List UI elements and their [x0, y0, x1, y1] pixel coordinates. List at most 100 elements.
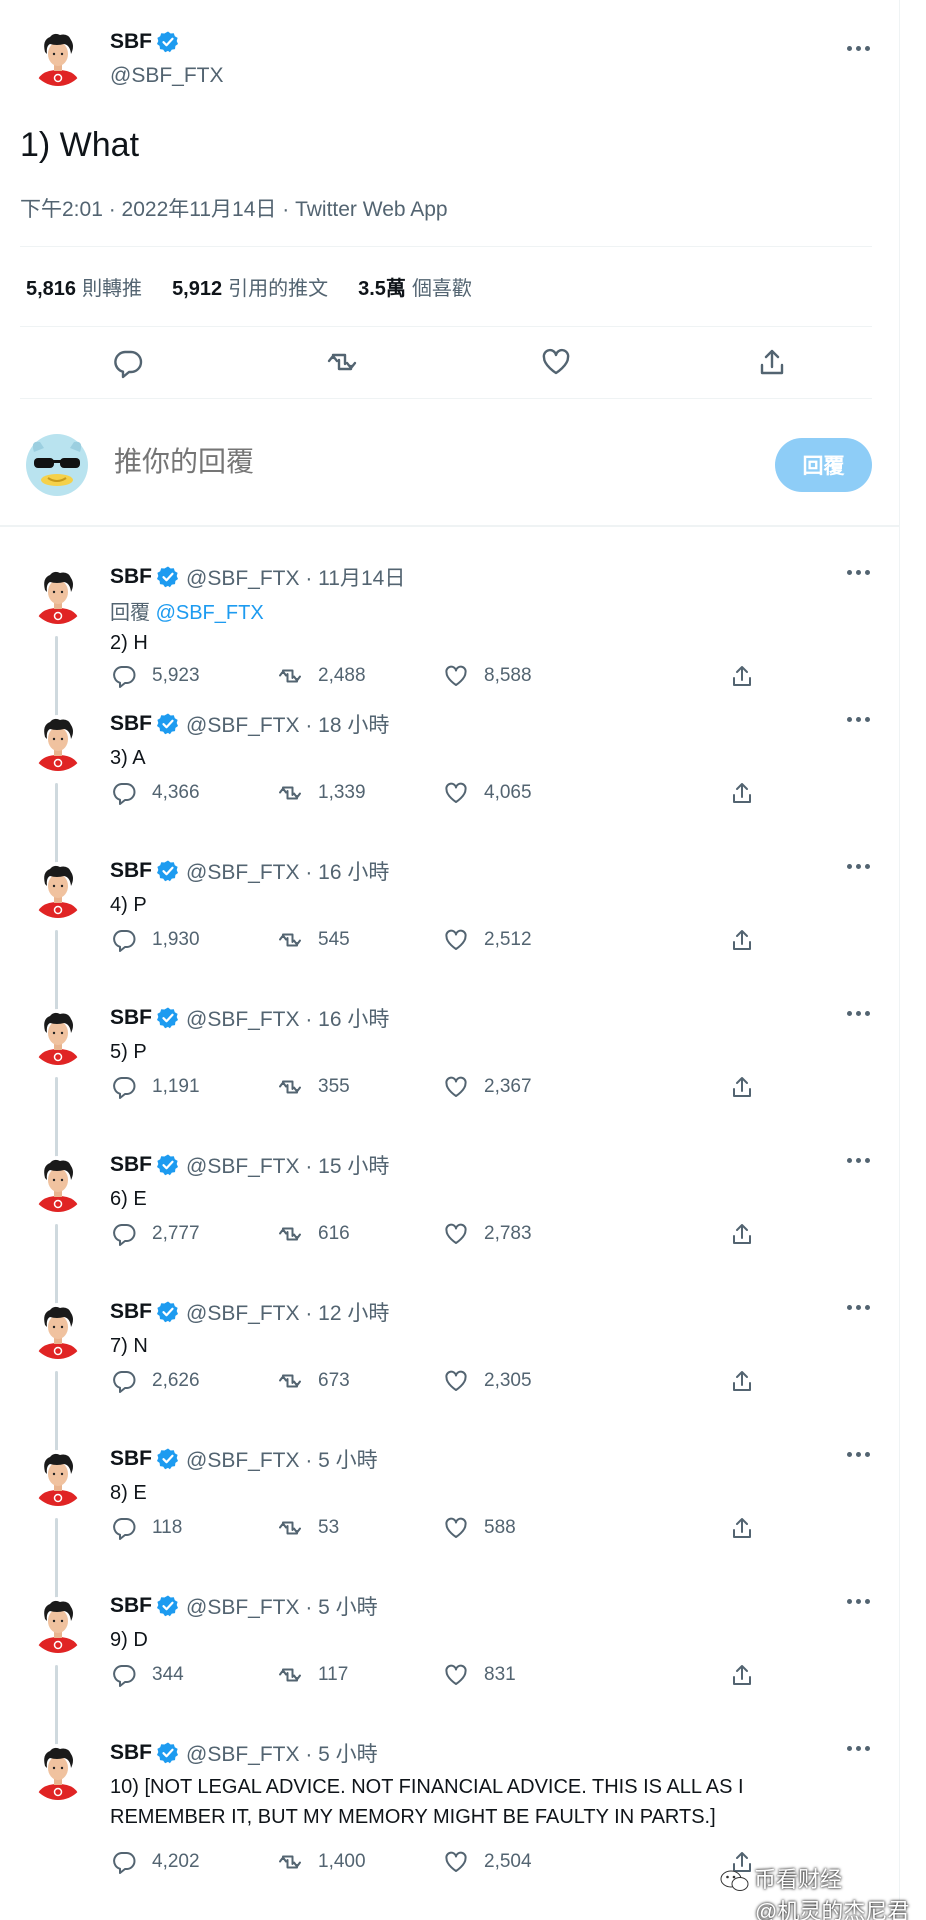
retweet-icon[interactable] [324, 344, 360, 380]
reply-author-avatar[interactable] [30, 1156, 86, 1212]
reply-tweet[interactable]: SBF @SBF_FTX · 18 小時 3) A 4,366 1,339 4,065 [0, 687, 900, 877]
reply-composer-input[interactable] [114, 446, 614, 478]
reply-author-name[interactable]: SBF [110, 1006, 152, 1030]
reply-handle-time[interactable]: @SBF_FTX · 11月14日 [186, 562, 405, 592]
share-icon[interactable] [754, 344, 790, 380]
reply-tweet[interactable]: SBF @SBF_FTX · 5 小時 8) E 118 53 588 [0, 1422, 900, 1612]
reply-handle-time[interactable]: @SBF_FTX · 16 小時 [186, 856, 389, 886]
more-options-icon[interactable] [840, 1295, 876, 1319]
reply-count-button[interactable]: 4,202 [110, 1848, 200, 1876]
retweet-count-button[interactable]: 355 [276, 1073, 350, 1101]
reply-author-name[interactable]: SBF [110, 859, 152, 883]
reply-count-button[interactable]: 1,191 [110, 1073, 200, 1101]
reply-count-button[interactable]: 4,366 [110, 779, 200, 807]
like-count-button[interactable]: 2,512 [442, 926, 532, 954]
reply-count-button[interactable]: 5,923 [110, 662, 200, 690]
share-icon[interactable] [728, 1220, 756, 1248]
reply-tweet[interactable]: SBF @SBF_FTX · 16 小時 5) P 1,191 355 2,367 [0, 981, 900, 1171]
like-count-button[interactable]: 8,588 [442, 662, 532, 690]
reply-handle-time[interactable]: @SBF_FTX · 12 小時 [186, 1297, 389, 1327]
reply-author-name[interactable]: SBF [110, 1153, 152, 1177]
retweet-count-button[interactable]: 1,400 [276, 1848, 366, 1876]
reply-handle-time[interactable]: @SBF_FTX · 5 小時 [186, 1444, 378, 1474]
reply-tweet[interactable]: SBF @SBF_FTX · 11月14日 回覆 @SBF_FTX 2) H 5,923… [0, 540, 900, 760]
current-user-avatar[interactable] [22, 432, 92, 498]
retweet-count-button[interactable]: 53 [276, 1514, 339, 1542]
like-count-button[interactable]: 2,783 [442, 1220, 532, 1248]
reply-tweet[interactable]: SBF @SBF_FTX · 12 小時 7) N 2,626 673 2,305 [0, 1275, 900, 1465]
reply-tweet[interactable]: SBF @SBF_FTX · 16 小時 4) P 1,930 545 2,512 [0, 834, 900, 1024]
reply-handle-time[interactable]: @SBF_FTX · 16 小時 [186, 1003, 389, 1033]
more-options-icon[interactable] [840, 1589, 876, 1613]
reply-author-avatar[interactable] [30, 862, 86, 918]
more-options-icon[interactable] [840, 560, 876, 584]
like-icon[interactable] [538, 344, 574, 380]
reply-author-name[interactable]: SBF [110, 1300, 152, 1324]
reply-author-avatar[interactable] [30, 715, 86, 771]
more-options-icon[interactable] [840, 1736, 876, 1760]
retweet-count-button[interactable]: 1,339 [276, 779, 366, 807]
reply-author-avatar[interactable] [30, 1303, 86, 1359]
replying-mention-link[interactable]: @SBF_FTX [156, 602, 264, 624]
retweet-count-button[interactable]: 2,488 [276, 662, 366, 690]
like-count-button[interactable]: 2,305 [442, 1367, 532, 1395]
like-count-button[interactable]: 2,504 [442, 1848, 532, 1876]
share-icon[interactable] [728, 662, 756, 690]
reply-author-avatar[interactable] [30, 1744, 86, 1800]
reply-count-button[interactable]: 118 [110, 1514, 182, 1542]
reply-count-button[interactable]: 2,777 [110, 1220, 200, 1248]
author-name[interactable]: SBF [110, 30, 152, 54]
reply-author-name[interactable]: SBF [110, 565, 152, 589]
reply-author-name[interactable]: SBF [110, 1594, 152, 1618]
reply-handle-time[interactable]: @SBF_FTX · 5 小時 [186, 1738, 378, 1768]
reply-tweet[interactable]: SBF @SBF_FTX · 5 小時 9) D 344 117 831 [0, 1569, 900, 1759]
reply-icon[interactable] [110, 344, 146, 380]
like-count-stat[interactable]: 3.5萬 個喜歡 [358, 272, 472, 301]
reply-tweet[interactable]: SBF @SBF_FTX · 15 小時 6) E 2,777 616 2,783 [0, 1128, 900, 1318]
share-icon[interactable] [728, 926, 756, 954]
more-options-icon[interactable] [840, 1442, 876, 1466]
retweet-count-button[interactable]: 117 [276, 1661, 348, 1689]
reply-count: 2,777 [152, 1223, 200, 1244]
reply-author-name[interactable]: SBF [110, 1741, 152, 1765]
reply-author-avatar[interactable] [30, 1009, 86, 1065]
retweet-count-button[interactable]: 545 [276, 926, 350, 954]
like-count-button[interactable]: 831 [442, 1661, 516, 1689]
share-icon[interactable] [728, 1514, 756, 1542]
reply-handle-time[interactable]: @SBF_FTX · 15 小時 [186, 1150, 389, 1180]
author-handle[interactable]: @SBF_FTX [110, 64, 224, 88]
tweet-timestamp[interactable]: 下午2:01 · 2022年11月14日 · Twitter Web App [20, 193, 448, 223]
reply-count-button[interactable]: 1,930 [110, 926, 200, 954]
reply-author-avatar[interactable] [30, 1450, 86, 1506]
like-count-button[interactable]: 4,065 [442, 779, 532, 807]
author-avatar[interactable] [30, 30, 86, 86]
more-options-icon[interactable] [840, 36, 876, 60]
retweet-count-stat[interactable]: 5,816 則轉推 [26, 272, 142, 301]
share-icon[interactable] [728, 1661, 756, 1689]
reply-author-name[interactable]: SBF [110, 1447, 152, 1471]
retweet-count-button[interactable]: 673 [276, 1367, 350, 1395]
reply-author-avatar[interactable] [30, 1597, 86, 1653]
reply-author-avatar[interactable] [30, 568, 86, 624]
more-options-icon[interactable] [840, 1148, 876, 1172]
reply-tweet[interactable]: SBF @SBF_FTX · 5 小時 10) [NOT LEGAL ADVICE.… [0, 1716, 900, 1874]
reply-count: 4,202 [152, 1851, 200, 1872]
reply-author-name[interactable]: SBF [110, 712, 152, 736]
more-options-icon[interactable] [840, 1001, 876, 1025]
quote-count-stat[interactable]: 5,912 引用的推文 [172, 272, 328, 301]
reply-count-button[interactable]: 2,626 [110, 1367, 200, 1395]
like-count-button[interactable]: 588 [442, 1514, 516, 1542]
retweet-count-button[interactable]: 616 [276, 1220, 350, 1248]
share-icon[interactable] [728, 1073, 756, 1101]
reply-count-button[interactable]: 344 [110, 1661, 184, 1689]
like-icon [442, 1661, 484, 1689]
share-icon[interactable] [728, 1367, 756, 1395]
more-options-icon[interactable] [840, 854, 876, 878]
reply-handle-time[interactable]: @SBF_FTX · 18 小時 [186, 709, 389, 739]
reply-submit-button[interactable]: 回覆 [775, 438, 872, 492]
like-icon [442, 1073, 484, 1101]
reply-handle-time[interactable]: @SBF_FTX · 5 小時 [186, 1591, 378, 1621]
share-icon[interactable] [728, 779, 756, 807]
more-options-icon[interactable] [840, 707, 876, 731]
like-count-button[interactable]: 2,367 [442, 1073, 532, 1101]
